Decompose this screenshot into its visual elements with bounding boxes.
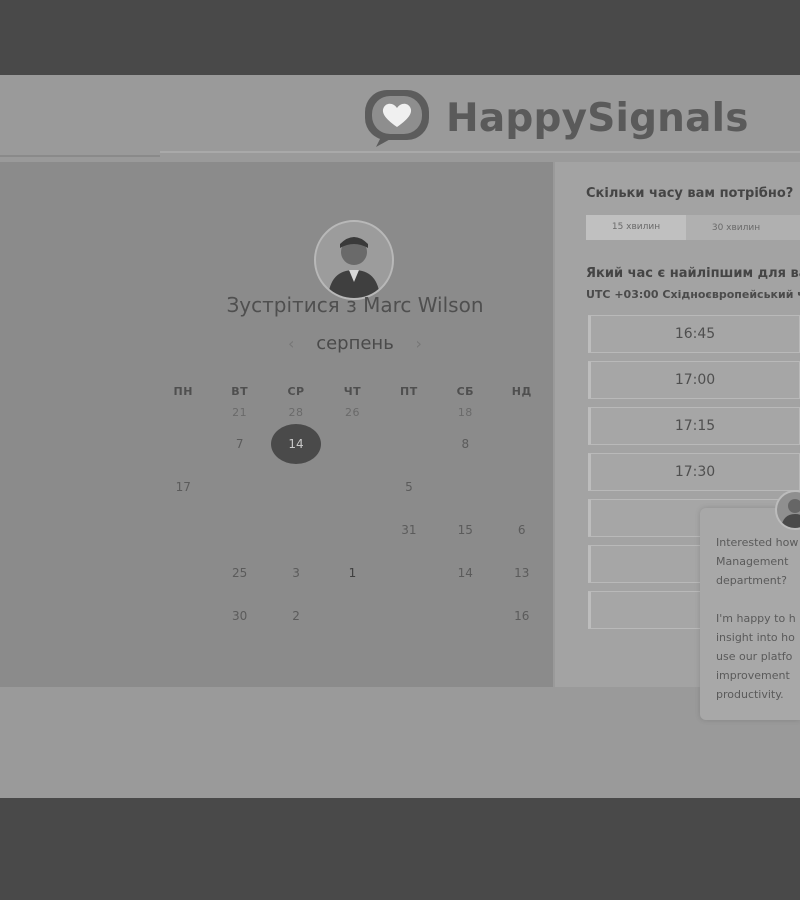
brand-name: HappySignals	[446, 95, 749, 141]
weekday-label: ПТ	[400, 384, 418, 398]
calendar-day[interactable]: 1	[324, 566, 380, 580]
chat-message-line: department?	[716, 574, 787, 587]
calendar-day[interactable]: 13	[494, 566, 550, 580]
time-slot[interactable]: 17:00	[588, 361, 800, 399]
booking-frame: HappySignals Зустрітися з Marc Wilson ‹ …	[0, 75, 800, 798]
calendar-day[interactable]: 17	[155, 480, 211, 494]
chat-message-line: I'm happy to h	[716, 612, 796, 625]
chevron-left-icon[interactable]: ‹	[288, 334, 294, 353]
meeting-title: Зустрітися з Marc Wilson	[226, 293, 484, 317]
weekday-label: ПН	[173, 384, 193, 398]
chat-message-line: Interested how	[716, 536, 799, 549]
chat-message-line: insight into ho	[716, 631, 795, 644]
calendar-week: 21 28 26 18	[155, 402, 550, 422]
chevron-right-icon[interactable]: ›	[416, 334, 422, 353]
timezone-label[interactable]: UTC +03:00 Східноєвропейський час	[586, 288, 800, 301]
time-question: Який час є найліпшим для вас?	[586, 266, 800, 281]
calendar-week: 30 2 16	[155, 594, 550, 637]
calendar-day[interactable]: 15	[437, 523, 493, 537]
duration-selector: 15 хвилин 30 хвилин	[586, 215, 800, 240]
calendar-day[interactable]: 5	[381, 480, 437, 494]
divider	[160, 151, 800, 153]
calendar-day[interactable]: 6	[494, 523, 550, 537]
calendar-day[interactable]: 2	[268, 609, 324, 623]
calendar-day-selected[interactable]: 14	[268, 423, 324, 464]
weekday-header: ПН ВТ СР ЧТ ПТ СБ НД	[155, 380, 550, 402]
time-slot[interactable]: 16:45	[588, 315, 800, 353]
time-slot[interactable]: 17:15	[588, 407, 800, 445]
person-icon	[328, 237, 380, 298]
calendar-week: 31 15 6	[155, 508, 550, 551]
duration-question: Скільки часу вам потрібно?	[586, 186, 794, 201]
calendar-week: 17 5	[155, 465, 550, 508]
weekday-label: ЧТ	[343, 384, 362, 398]
weekday-label: СБ	[456, 384, 475, 398]
calendar-day[interactable]: 14	[437, 566, 493, 580]
selected-day-label: 14	[271, 423, 322, 464]
chat-message-line: improvement	[716, 669, 790, 682]
duration-option[interactable]: 30 хвилин	[686, 223, 786, 233]
calendar-week: 7 14 8	[155, 422, 550, 465]
brand-logo: HappySignals	[362, 87, 749, 149]
calendar-week: 25 3 1 14 13	[155, 551, 550, 594]
calendar-day[interactable]: 28	[268, 406, 324, 419]
calendar-day[interactable]: 21	[211, 406, 267, 419]
calendar-day[interactable]: 7	[211, 437, 267, 451]
chat-popup[interactable]: Interested how Management department? I'…	[700, 508, 800, 720]
divider	[0, 155, 160, 157]
calendar-day[interactable]: 18	[437, 406, 493, 419]
calendar-day[interactable]: 3	[268, 566, 324, 580]
chat-message-line: Management	[716, 555, 789, 568]
weekday-label: НД	[511, 384, 532, 398]
calendar-day[interactable]: 16	[494, 609, 550, 623]
month-navigation: ‹ серпень ›	[160, 333, 550, 354]
person-icon	[781, 499, 800, 528]
calendar-grid: ПН ВТ СР ЧТ ПТ СБ НД 21 28 26 18 7 14 8	[155, 380, 550, 637]
weekday-label: СР	[287, 384, 305, 398]
month-label: серпень	[316, 333, 394, 354]
time-slot[interactable]: 17:30	[588, 453, 800, 491]
calendar-day[interactable]: 26	[324, 406, 380, 419]
chat-message-line: use our platfo	[716, 650, 793, 663]
chat-message-line: productivity.	[716, 688, 784, 701]
calendar-day[interactable]: 30	[211, 609, 267, 623]
calendar-day[interactable]: 8	[437, 437, 493, 451]
host-avatar	[314, 220, 394, 300]
heart-chat-icon	[365, 90, 429, 147]
calendar-day[interactable]: 31	[381, 523, 437, 537]
calendar-day[interactable]: 25	[211, 566, 267, 580]
weekday-label: ВТ	[231, 384, 249, 398]
duration-option[interactable]: 15 хвилин	[586, 215, 686, 240]
